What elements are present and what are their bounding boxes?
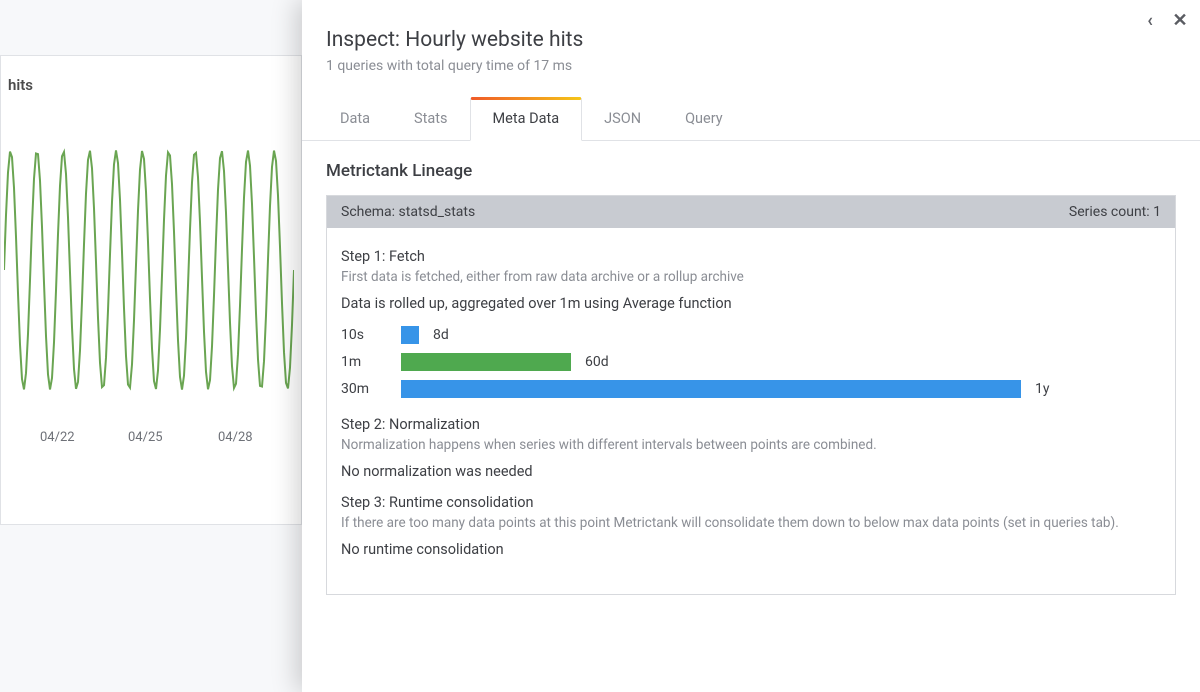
series-count: Series count: 1 xyxy=(1069,204,1161,220)
tab-stats[interactable]: Stats xyxy=(392,98,469,140)
bg-x-axis: 04/22 04/25 04/28 xyxy=(4,430,294,450)
tab-json[interactable]: JSON xyxy=(582,98,663,140)
chevron-left-icon: ‹ xyxy=(1147,10,1153,31)
retention-bar xyxy=(401,380,1021,398)
step3-desc: If there are too many data points at thi… xyxy=(341,515,1161,531)
step2-title: Step 2: Normalization xyxy=(341,416,1161,433)
retention-interval: 30m xyxy=(341,381,401,397)
retention-duration: 1y xyxy=(1035,381,1050,397)
retention-bar xyxy=(401,353,571,371)
lineage-heading: Metrictank Lineage xyxy=(326,161,1176,181)
back-button[interactable]: ‹ xyxy=(1136,6,1164,34)
inspect-title: Inspect: Hourly website hits xyxy=(326,28,1176,52)
bg-panel-title: hits xyxy=(8,76,33,94)
retention-duration: 8d xyxy=(433,327,449,343)
x-tick: 04/22 xyxy=(40,430,75,445)
step2-text: No normalization was needed xyxy=(341,463,1161,480)
step1-title: Step 1: Fetch xyxy=(341,248,1161,265)
retention-bars: 10s 8d 1m 60d 30m 1y xyxy=(341,326,1161,398)
step1-desc: First data is fetched, either from raw d… xyxy=(341,269,1161,285)
retention-bar-row: 10s 8d xyxy=(341,326,1161,344)
bg-chart-svg xyxy=(4,140,294,400)
x-tick: 04/28 xyxy=(218,430,253,445)
x-tick: 04/25 xyxy=(128,430,163,445)
step2-desc: Normalization happens when series with d… xyxy=(341,437,1161,453)
retention-duration: 60d xyxy=(585,354,609,370)
schema-header: Schema: statsd_stats Series count: 1 xyxy=(327,196,1175,228)
retention-bar-row: 30m 1y xyxy=(341,380,1161,398)
inspect-drawer: ‹ ✕ Inspect: Hourly website hits 1 queri… xyxy=(302,0,1200,692)
retention-bar-row: 1m 60d xyxy=(341,353,1161,371)
inspect-tabs: Data Stats Meta Data JSON Query xyxy=(302,88,1200,141)
retention-interval: 10s xyxy=(341,327,401,343)
tab-meta-data[interactable]: Meta Data xyxy=(470,98,583,141)
inspect-subtitle: 1 queries with total query time of 17 ms xyxy=(326,58,1176,74)
close-icon: ✕ xyxy=(1172,10,1187,31)
tab-query[interactable]: Query xyxy=(663,98,745,140)
schema-box: Schema: statsd_stats Series count: 1 Ste… xyxy=(326,195,1176,595)
close-button[interactable]: ✕ xyxy=(1166,6,1194,34)
retention-interval: 1m xyxy=(341,354,401,370)
step1-summary: Data is rolled up, aggregated over 1m us… xyxy=(341,295,1161,312)
tab-data[interactable]: Data xyxy=(318,98,392,140)
step3-title: Step 3: Runtime consolidation xyxy=(341,494,1161,511)
retention-bar xyxy=(401,326,419,344)
schema-name: Schema: statsd_stats xyxy=(341,204,475,220)
step3-text: No runtime consolidation xyxy=(341,541,1161,558)
